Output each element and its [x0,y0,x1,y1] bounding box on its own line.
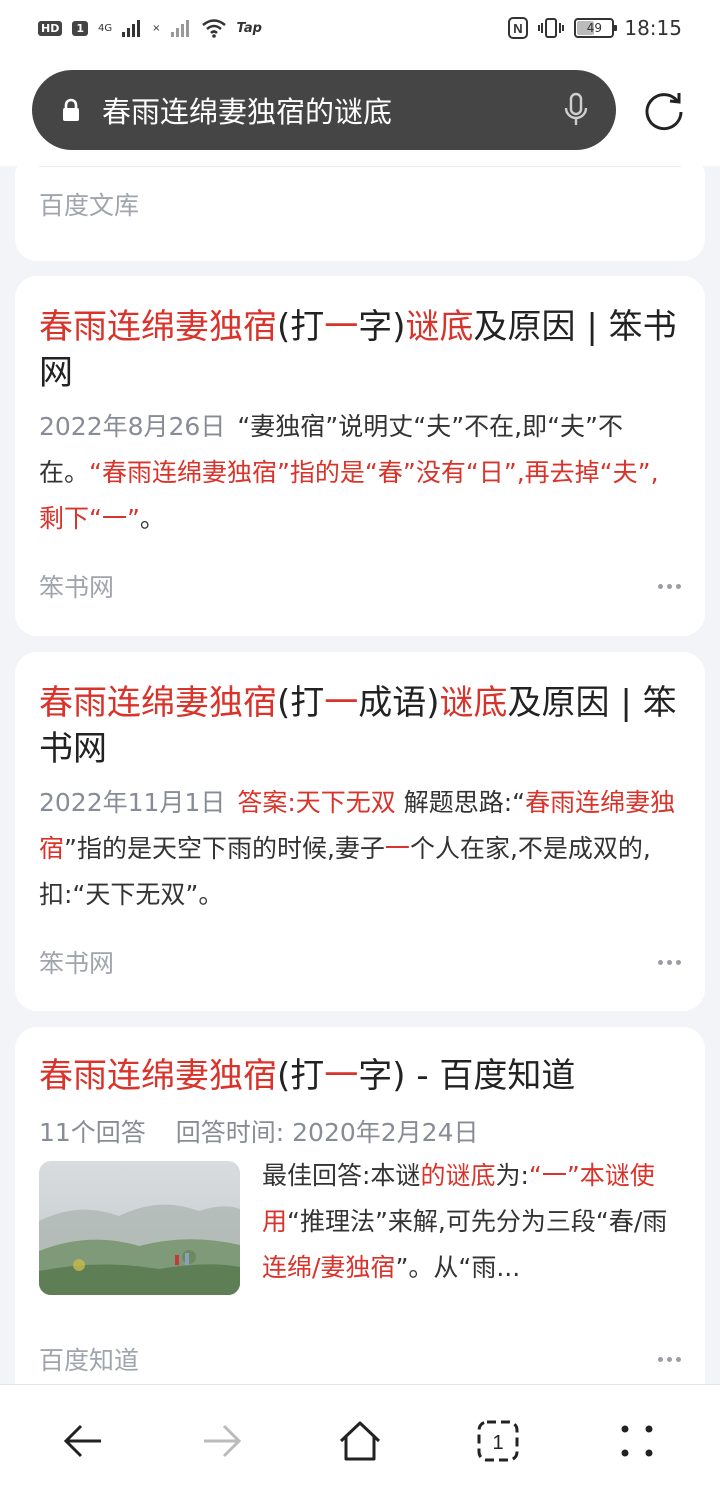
signal-icon [122,20,141,37]
result-footer: 笨书网 [39,568,681,604]
text-run: 成语) [358,683,440,723]
best-answer-text: 最佳回答:本谜的谜底为:“一”本谜使用“推理法”来解,可先分为三段“春/雨连绵/… [262,1153,681,1295]
result-source[interactable]: 百度文库 [39,186,139,222]
result-source[interactable]: 笨书网 [39,944,114,980]
search-query-text[interactable]: 春雨连绵妻独宿的谜底 [102,89,562,131]
result-title[interactable]: 春雨连绵妻独宿(打一成语)谜底及原因 | 笨书网 [39,680,681,772]
text-run: 最佳回答:本谜 [262,1161,421,1190]
battery-indicator: 49 [574,18,618,38]
highlighted-text: 一 [324,1056,359,1096]
result-footer: 笨书网 [39,944,681,980]
highlighted-text: 谜底 [439,683,508,723]
highlighted-text: 答案:天下无双 [237,788,396,817]
text-run: 字) - 百度知道 [358,1056,576,1096]
highlighted-text: 一 [324,307,359,347]
answer-row: 最佳回答:本谜的谜底为:“一”本谜使用“推理法”来解,可先分为三段“春/雨连绵/… [39,1161,681,1295]
tab-count: 1 [493,1432,504,1454]
highlighted-text: 连绵/妻独宿 [262,1253,396,1282]
result-card-partial[interactable]: 百度文库 [15,166,705,261]
more-options-icon[interactable] [658,1356,681,1362]
more-options-icon[interactable] [658,959,681,965]
text-run: 字) [358,307,406,347]
answer-meta: 11个回答 回答时间: 2020年2月24日 [39,1113,681,1149]
wifi-icon [201,19,226,38]
status-bar: HD 1 4G × Tap N 49 18:15 [0,0,720,56]
answer-count: 11个回答 [39,1118,146,1147]
highlighted-text: 春雨连绵妻独宿 [39,307,277,347]
search-results: 百度文库 春雨连绵妻独宿(打一字)谜底及原因 | 笨书网 2022年8月26日 “… [0,166,720,1384]
result-card[interactable]: 春雨连绵妻独宿(打一成语)谜底及原因 | 笨书网 2022年11月1日 答案:天下… [15,652,705,1011]
address-bar[interactable]: 春雨连绵妻独宿的谜底 [32,70,616,150]
clock-time: 18:15 [624,16,682,40]
text-run: ”。从“雨... [395,1253,521,1282]
signal-weak-icon [170,20,189,37]
back-button[interactable] [47,1405,119,1477]
result-snippet: 2022年11月1日 答案:天下无双 解题思路:“春雨连绵妻独宿”指的是天空下雨的… [39,780,681,918]
result-date: 2022年8月26日 [39,412,226,441]
text-run: 。 [139,504,165,533]
highlighted-text: 春雨连绵妻独宿 [39,1056,277,1096]
menu-dots-icon [621,1425,653,1456]
tabs-icon: 1 [477,1420,519,1461]
sim-badge: 1 [72,20,88,36]
no-signal-mark: × [152,22,161,34]
highlighted-text: “春雨连绵妻独宿”指的是“春”没有“日”,再去掉“夫”,剩下“一” [39,458,659,533]
nfc-icon: N [508,17,529,39]
result-card[interactable]: 春雨连绵妻独宿(打一字)谜底及原因 | 笨书网 2022年8月26日 “妻独宿”说… [15,276,705,636]
divider [39,166,681,167]
hd-badge: HD [38,20,63,36]
back-arrow-icon [64,1424,102,1457]
text-run: 为: [495,1161,529,1190]
highlighted-text: 一 [324,683,359,723]
text-run: (打 [277,683,325,723]
result-source[interactable]: 百度知道 [39,1341,139,1377]
refresh-icon[interactable] [642,88,686,132]
result-title[interactable]: 春雨连绵妻独宿(打一字) - 百度知道 [39,1053,681,1099]
battery-percent: 49 [586,21,602,35]
microphone-icon[interactable] [562,92,590,128]
highlighted-text: 的谜底 [420,1161,496,1190]
home-button[interactable] [324,1405,396,1477]
misty-landscape-image [39,1161,240,1295]
more-options-icon[interactable] [658,583,681,589]
answer-time: 回答时间: 2020年2月24日 [175,1118,479,1147]
text-run: “推理法”来解,可先分为三段“春/雨 [287,1207,668,1236]
text-run: ”指的是天空下雨的时候,妻子 [64,834,385,863]
browser-address-area: 春雨连绵妻独宿的谜底 [0,56,720,166]
vibrate-icon [538,18,565,38]
result-footer: 百度知道 [39,1341,681,1377]
result-thumbnail[interactable] [39,1161,240,1295]
status-right: N 49 18:15 [508,16,682,40]
result-date: 2022年11月1日 [39,788,226,817]
highlighted-text: 春雨连绵妻独宿 [39,683,277,723]
result-snippet: 2022年8月26日 “妻独宿”说明丈“夫”不在,即“夫”不在。“春雨连绵妻独宿”… [39,404,681,542]
text-run: 解题思路:“ [395,788,526,817]
forward-arrow-icon [203,1424,241,1457]
result-title[interactable]: 春雨连绵妻独宿(打一字)谜底及原因 | 笨书网 [39,304,681,396]
tabs-button[interactable]: 1 [462,1405,534,1477]
status-left: HD 1 4G × Tap [38,18,262,38]
bottom-navigation-bar: 1 [0,1384,720,1496]
lock-icon [63,98,79,121]
text-run: (打 [277,1056,325,1096]
home-icon [339,1421,381,1460]
network-type-label: 4G [98,22,113,34]
result-card[interactable]: 春雨连绵妻独宿(打一字) - 百度知道 11个回答 回答时间: 2020年2月2… [15,1027,705,1384]
highlighted-text: 一 [384,834,410,863]
tap-label: Tap [236,20,262,36]
result-source[interactable]: 笨书网 [39,568,114,604]
highlighted-text: 谜底 [405,307,474,347]
menu-button[interactable] [601,1405,673,1477]
text-run: (打 [277,307,325,347]
nfc-letter: N [514,21,523,36]
forward-button[interactable] [186,1405,258,1477]
